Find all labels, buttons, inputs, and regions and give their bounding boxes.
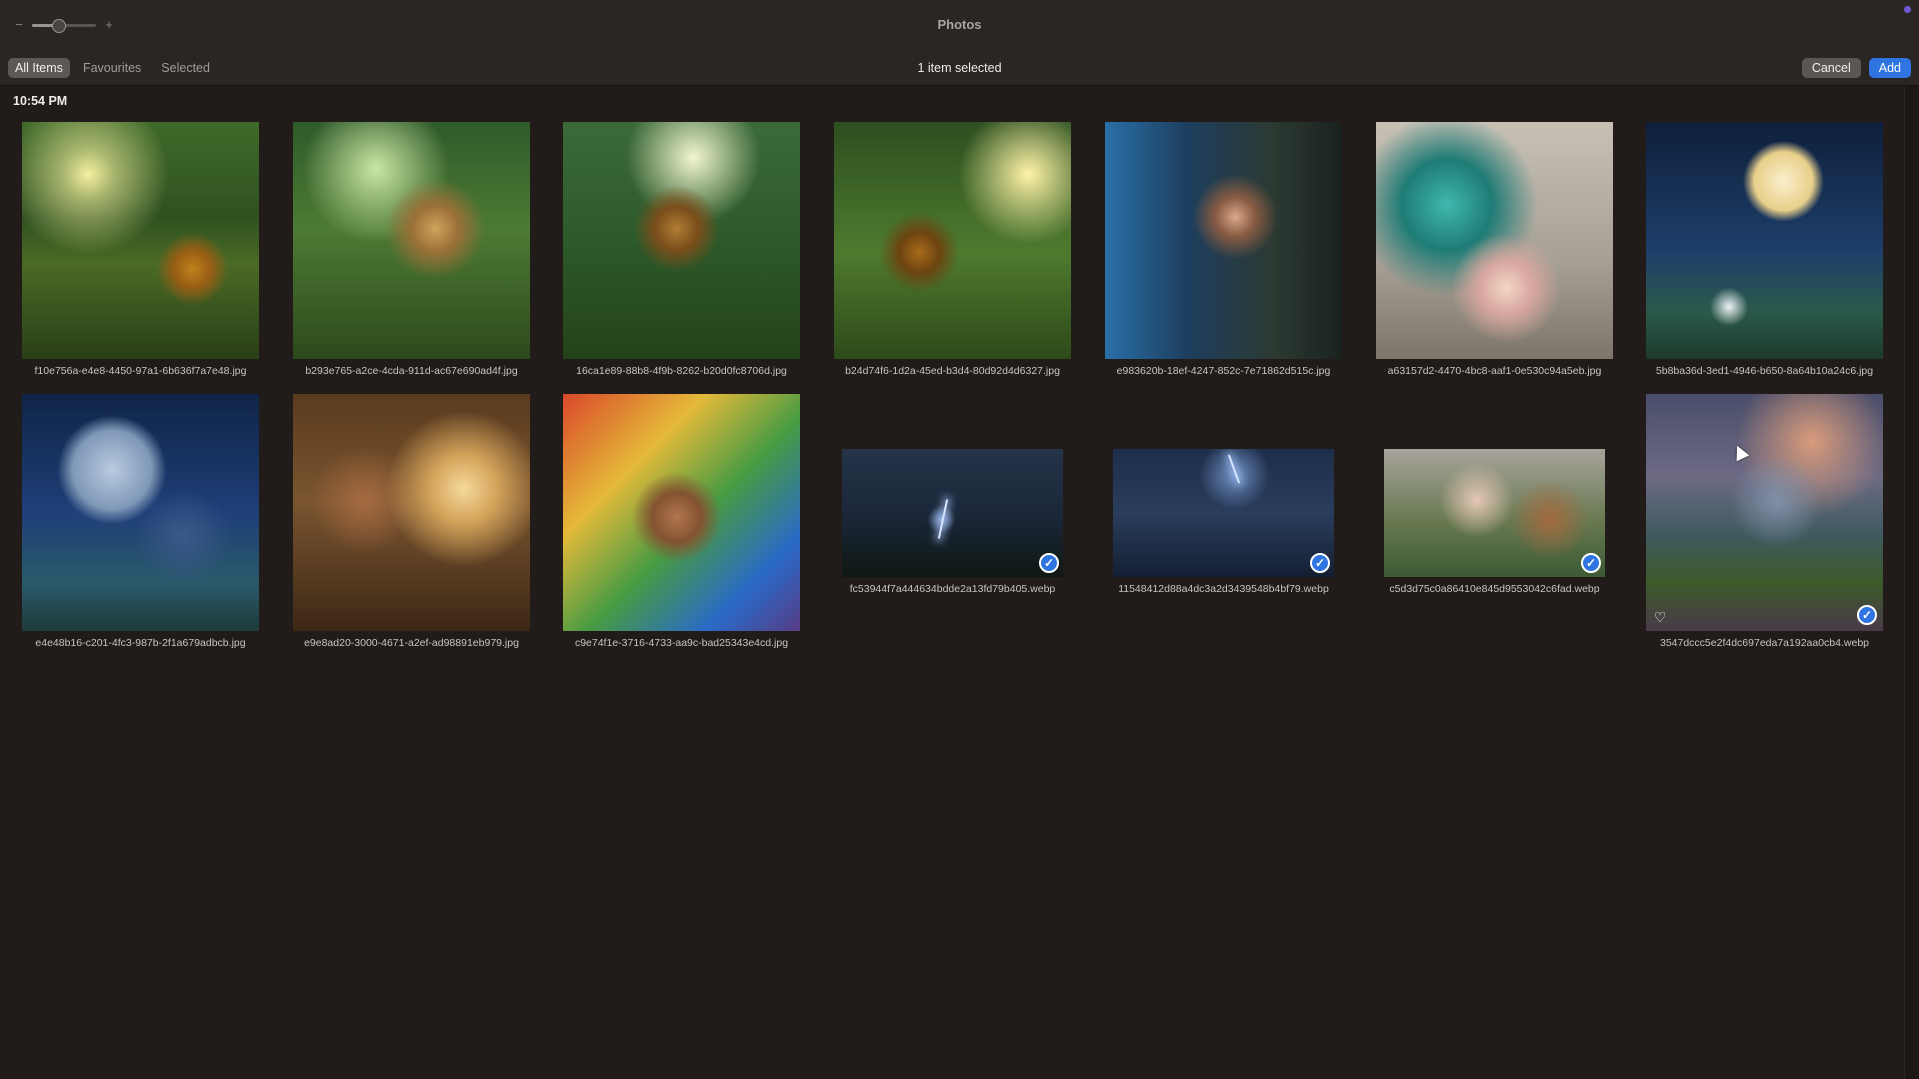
lightning-bolt: [1227, 454, 1241, 484]
photo-filename: c5d3d75c0a86410e845d9553042c6fad.webp: [1389, 583, 1600, 595]
photo-tile[interactable]: c9e74f1e-3716-4733-aa9c-bad25343e4cd.jpg: [563, 394, 800, 659]
status-dot-icon: [1904, 6, 1911, 13]
photo-tile[interactable]: 16ca1e89-88b8-4f9b-8262-b20d0fc8706d.jpg: [563, 122, 800, 387]
photo-thumbnail[interactable]: ✓: [1113, 449, 1334, 577]
photo-thumbnail[interactable]: [22, 122, 259, 359]
selected-check-icon[interactable]: ✓: [1857, 605, 1877, 625]
photos-picker-window: − + Photos All Items Favourites Selected…: [0, 0, 1919, 1079]
photo-thumbnail[interactable]: [1105, 122, 1342, 359]
photo-tile[interactable]: e4e48b16-c201-4fc3-987b-2f1a679adbcb.jpg: [22, 394, 259, 659]
photo-thumbnail[interactable]: [1376, 122, 1613, 359]
photo-filename: fc53944f7a444634bdde2a13fd79b405.webp: [849, 583, 1056, 595]
photo-filename: e4e48b16-c201-4fc3-987b-2f1a679adbcb.jpg: [35, 637, 246, 649]
photo-tile[interactable]: a63157d2-4470-4bc8-aaf1-0e530c94a5eb.jpg: [1376, 122, 1613, 387]
photo-tile[interactable]: ✓ fc53944f7a444634bdde2a13fd79b405.webp: [834, 394, 1071, 659]
photo-thumbnail[interactable]: ✓: [1384, 449, 1605, 577]
photo-filename: e983620b-18ef-4247-852c-7e71862d515c.jpg: [1116, 365, 1331, 377]
photo-thumbnail[interactable]: ✓: [842, 449, 1063, 577]
photo-tile[interactable]: ✓ ♡ 3547dccc5e2f4dc697eda7a192aa0cb4.webp: [1646, 394, 1883, 659]
selected-check-icon[interactable]: ✓: [1039, 553, 1059, 573]
add-button[interactable]: Add: [1868, 58, 1911, 78]
selected-check-icon[interactable]: ✓: [1310, 553, 1330, 573]
cancel-button[interactable]: Cancel: [1801, 58, 1861, 78]
photo-thumbnail[interactable]: ✓ ♡: [1646, 394, 1883, 631]
photo-thumbnail[interactable]: [563, 122, 800, 359]
favourite-heart-icon[interactable]: ♡: [1652, 609, 1668, 625]
photo-thumbnail[interactable]: [293, 394, 530, 631]
photo-filename: a63157d2-4470-4bc8-aaf1-0e530c94a5eb.jpg: [1387, 365, 1602, 377]
photo-tile[interactable]: b293e765-a2ce-4cda-911d-ac67e690ad4f.jpg: [293, 122, 530, 387]
photo-thumbnail[interactable]: [834, 122, 1071, 359]
photo-tile[interactable]: b24d74f6-1d2a-45ed-b3d4-80d92d4d6327.jpg: [834, 122, 1071, 387]
photo-thumbnail[interactable]: [293, 122, 530, 359]
photo-tile[interactable]: e983620b-18ef-4247-852c-7e71862d515c.jpg: [1105, 122, 1342, 387]
photo-filename: b293e765-a2ce-4cda-911d-ac67e690ad4f.jpg: [305, 365, 518, 377]
picker-toolbar: All Items Favourites Selected 1 item sel…: [0, 50, 1919, 86]
action-buttons: Cancel Add: [1801, 58, 1911, 78]
photo-tile[interactable]: 5b8ba36d-3ed1-4946-b650-8a64b10a24c6.jpg: [1646, 122, 1883, 387]
date-header: 10:54 PM: [13, 94, 68, 108]
photo-filename: 5b8ba36d-3ed1-4946-b650-8a64b10a24c6.jpg: [1655, 365, 1874, 377]
selection-status: 1 item selected: [917, 61, 1002, 75]
title-bar: − + Photos: [0, 0, 1919, 50]
photo-tile[interactable]: ✓ c5d3d75c0a86410e845d9553042c6fad.webp: [1376, 394, 1613, 659]
photo-tile[interactable]: f10e756a-e4e8-4450-97a1-6b636f7a7e48.jpg: [22, 122, 259, 387]
photo-thumbnail[interactable]: [1646, 122, 1883, 359]
photo-filename: f10e756a-e4e8-4450-97a1-6b636f7a7e48.jpg: [34, 365, 247, 377]
photo-filename: 11548412d88a4dc3a2d3439548b4bf79.webp: [1118, 583, 1329, 595]
photo-filename: 16ca1e89-88b8-4f9b-8262-b20d0fc8706d.jpg: [576, 365, 787, 377]
photo-tile[interactable]: ✓ 11548412d88a4dc3a2d3439548b4bf79.webp: [1105, 394, 1342, 659]
photo-thumbnail[interactable]: [22, 394, 259, 631]
photo-thumbnail[interactable]: [563, 394, 800, 631]
selected-check-icon[interactable]: ✓: [1581, 553, 1601, 573]
photo-filename: c9e74f1e-3716-4733-aa9c-bad25343e4cd.jpg: [574, 637, 789, 649]
photo-filename: e9e8ad20-3000-4671-a2ef-ad98891eb979.jpg: [304, 637, 519, 649]
photo-filename: b24d74f6-1d2a-45ed-b3d4-80d92d4d6327.jpg: [845, 365, 1060, 377]
scrollbar[interactable]: [1904, 86, 1919, 1079]
photo-tile[interactable]: e9e8ad20-3000-4671-a2ef-ad98891eb979.jpg: [293, 394, 530, 659]
window-title: Photos: [937, 17, 982, 32]
lightning-bolt: [937, 499, 949, 539]
photo-filename: 3547dccc5e2f4dc697eda7a192aa0cb4.webp: [1659, 637, 1869, 649]
photo-grid: 10:54 PM f10e756a-e4e8-4450-97a1-6b636f7…: [0, 86, 1905, 1079]
